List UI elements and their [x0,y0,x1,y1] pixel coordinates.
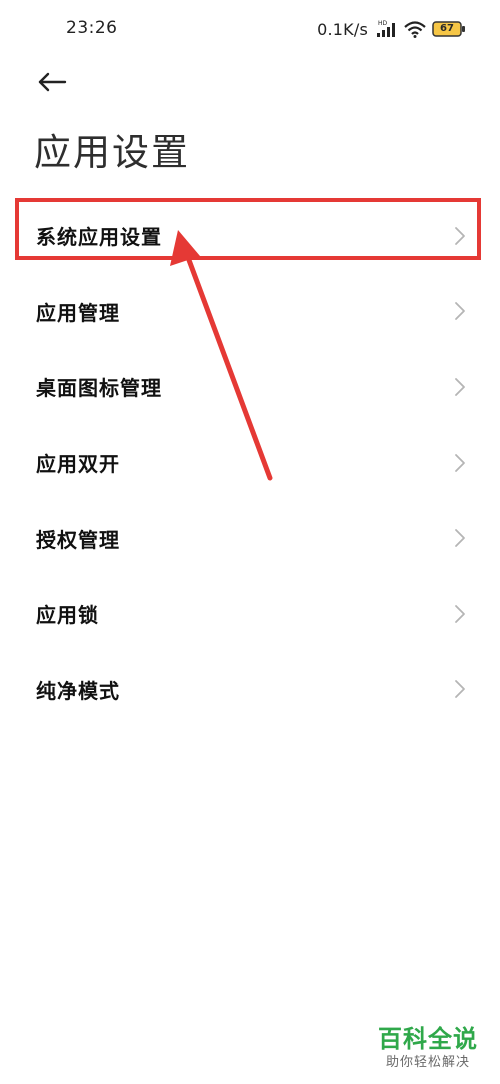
settings-item-label: 应用管理 [36,300,120,325]
watermark-title: 百科全说 [378,1025,478,1053]
watermark-subtitle: 助你轻松解决 [385,1055,470,1070]
chevron-right-icon [454,226,466,246]
network-speed: 0.1K/s [317,19,368,39]
settings-item-dual-apps[interactable]: 应用双开 [0,425,500,501]
status-time: 23:26 [66,18,118,38]
settings-item-label: 纯净模式 [36,678,120,703]
battery-icon: 67 [432,21,466,37]
settings-item-desktop-icon-management[interactable]: 桌面图标管理 [0,349,500,425]
settings-item-label: 系统应用设置 [36,225,162,250]
network-badge: HD [378,20,388,27]
back-button[interactable] [36,66,68,98]
settings-item-label: 授权管理 [36,527,120,552]
watermark-logo: 百科全说 助你轻松解决 [372,1024,484,1072]
chevron-right-icon [454,528,466,548]
battery-level: 67 [440,23,454,34]
settings-list: 系统应用设置 应用管理 桌面图标管理 应用双开 授权管理 应用锁 纯净模式 [0,198,500,727]
settings-item-pure-mode[interactable]: 纯净模式 [0,652,500,728]
settings-item-label: 应用锁 [36,603,99,628]
chevron-right-icon [454,301,466,321]
status-bar: 23:26 0.1K/s HD 67 [0,0,500,60]
settings-item-system-app-settings[interactable]: 系统应用设置 [0,198,500,274]
settings-item-label: 桌面图标管理 [36,376,162,401]
chevron-right-icon [454,453,466,473]
wifi-icon [404,20,426,38]
settings-item-app-lock[interactable]: 应用锁 [0,576,500,652]
settings-item-app-management[interactable]: 应用管理 [0,274,500,350]
status-icons: 0.1K/s HD 67 [317,14,466,44]
chevron-right-icon [454,604,466,624]
chevron-right-icon [454,377,466,397]
page-title: 应用设置 [34,131,190,174]
signal-icon: HD [374,20,398,38]
chevron-right-icon [454,679,466,699]
settings-item-permission-management[interactable]: 授权管理 [0,500,500,576]
settings-item-label: 应用双开 [36,452,120,477]
arrow-left-icon [38,72,67,92]
